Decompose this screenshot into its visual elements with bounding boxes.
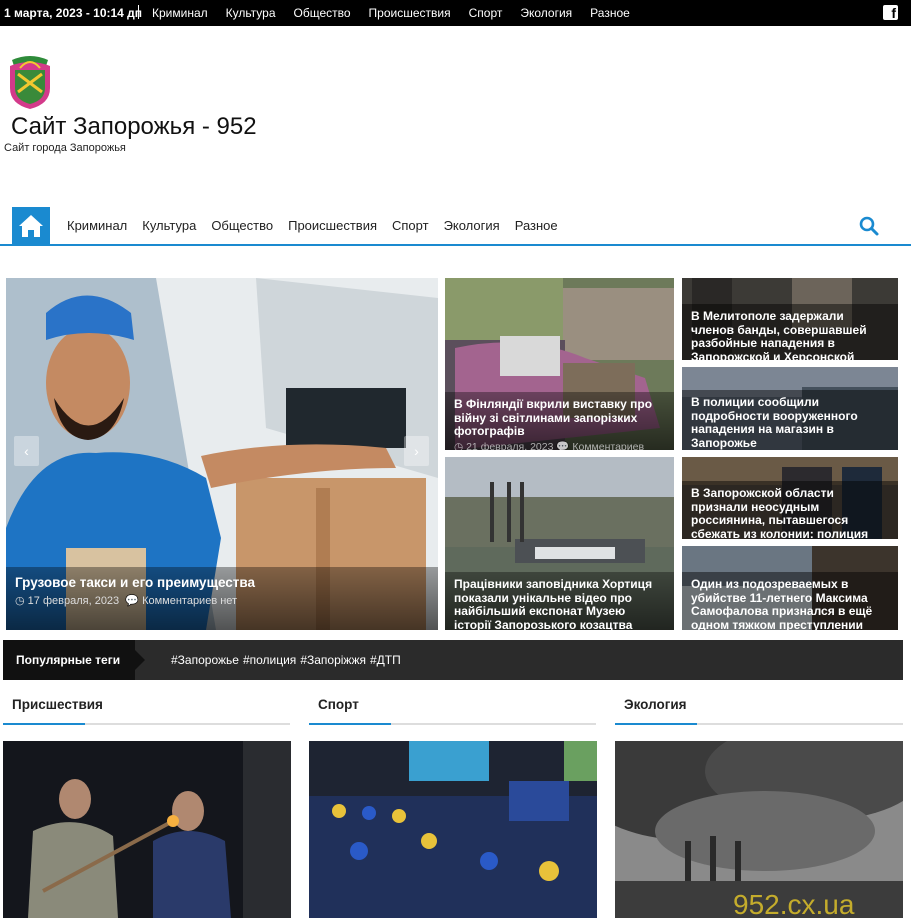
news-date: 21 февраля, 2023 bbox=[466, 440, 554, 451]
news-card[interactable]: В Фінляндії вкрили виставку про війну зі… bbox=[445, 278, 674, 450]
section-title-sport[interactable]: Спорт bbox=[318, 697, 359, 712]
comment-icon: 💬 bbox=[125, 595, 139, 607]
section-image-ecology[interactable]: 952.cx.ua bbox=[615, 741, 903, 918]
popular-tags-bar: Популярные теги #Запорожье #полиция #Зап… bbox=[3, 640, 903, 680]
section-underline bbox=[3, 723, 290, 725]
news-title[interactable]: В Фінляндії вкрили виставку про війну зі… bbox=[454, 397, 665, 439]
news-caption: В полиции сообщили подробности вооруженн… bbox=[682, 390, 898, 450]
watermark: 952.cx.ua bbox=[733, 889, 855, 918]
main-nav-item-kultura[interactable]: Культура bbox=[142, 218, 196, 233]
news-title[interactable]: Працівники заповідника Хортиця показали … bbox=[454, 577, 665, 630]
news-title[interactable]: Один из подозреваемых в убийстве 11-летн… bbox=[691, 577, 889, 630]
site-logo[interactable] bbox=[6, 52, 54, 110]
top-nav-item-obshchestvo[interactable]: Общество bbox=[294, 6, 351, 20]
section-underline bbox=[615, 723, 903, 725]
top-nav-item-kultura[interactable]: Культура bbox=[226, 6, 276, 20]
top-nav-item-raznoe[interactable]: Разное bbox=[590, 6, 630, 20]
top-nav-item-sport[interactable]: Спорт bbox=[469, 6, 503, 20]
news-caption: В Мелитополе задержали членов банды, сов… bbox=[682, 304, 898, 360]
search-icon bbox=[859, 216, 879, 236]
site-title[interactable]: Сайт Запорожья - 952 bbox=[11, 113, 257, 141]
clock-icon: ◷ bbox=[454, 440, 464, 451]
section-title-ecology[interactable]: Экология bbox=[624, 697, 687, 712]
news-caption: Працівники заповідника Хортиця показали … bbox=[445, 572, 674, 630]
top-bar: 1 марта, 2023 - 10:14 дп Криминал Культу… bbox=[0, 0, 911, 26]
news-title[interactable]: В Запорожской области признали неосудным… bbox=[691, 486, 889, 539]
news-caption: Один из подозреваемых в убийстве 11-летн… bbox=[682, 572, 898, 630]
clock-icon: ◷ bbox=[15, 595, 25, 607]
main-nav-item-obshchestvo[interactable]: Общество bbox=[211, 218, 273, 233]
search-button[interactable] bbox=[858, 215, 880, 237]
comment-icon: 💬 bbox=[556, 440, 570, 451]
top-nav: Криминал Культура Общество Происшествия … bbox=[152, 6, 648, 20]
top-nav-item-proisshestviya[interactable]: Происшествия bbox=[369, 6, 451, 20]
popular-tags-label: Популярные теги bbox=[3, 640, 145, 680]
news-card[interactable]: В Запорожской области признали неосудным… bbox=[682, 457, 898, 539]
home-button[interactable] bbox=[12, 207, 50, 245]
hero-slide[interactable]: ‹ › Грузовое такси и его преимущества ◷ … bbox=[6, 278, 438, 630]
tag-list: #Запорожье #полиция #Запоріжжя #ДТП bbox=[171, 653, 405, 667]
facebook-icon[interactable]: f bbox=[883, 5, 898, 21]
news-caption: В Фінляндії вкрили виставку про війну зі… bbox=[445, 392, 674, 450]
news-comments: Комментариев bbox=[572, 440, 645, 451]
current-date: 1 марта, 2023 - 10:14 дп bbox=[4, 6, 143, 20]
slider-next-button[interactable]: › bbox=[404, 436, 429, 466]
site-description: Сайт города Запорожья bbox=[4, 142, 126, 154]
hero-comments: Комментариев нет bbox=[142, 595, 238, 607]
section-image-incidents[interactable] bbox=[3, 741, 291, 918]
slider-prev-button[interactable]: ‹ bbox=[14, 436, 39, 466]
top-bar-divider bbox=[138, 5, 139, 19]
tag-link[interactable]: #Запорожье bbox=[171, 653, 239, 667]
tag-link[interactable]: #Запоріжжя bbox=[300, 653, 366, 667]
main-nav-item-ekologiya[interactable]: Экология bbox=[444, 218, 500, 233]
top-nav-item-kriminal[interactable]: Криминал bbox=[152, 6, 208, 20]
hero-meta: ◷ 17 февраля, 2023 💬 Комментариев нет bbox=[15, 594, 429, 607]
news-card[interactable]: Працівники заповідника Хортиця показали … bbox=[445, 457, 674, 630]
news-card[interactable]: В Мелитополе задержали членов банды, сов… bbox=[682, 278, 898, 360]
main-nav-item-raznoe[interactable]: Разное bbox=[515, 218, 558, 233]
news-card[interactable]: Один из подозреваемых в убийстве 11-летн… bbox=[682, 546, 898, 630]
main-nav-item-sport[interactable]: Спорт bbox=[392, 218, 429, 233]
tag-link[interactable]: #ДТП bbox=[370, 653, 401, 667]
main-nav: Криминал Культура Общество Происшествия … bbox=[0, 205, 911, 246]
news-title[interactable]: В Мелитополе задержали членов банды, сов… bbox=[691, 309, 889, 360]
hero-title[interactable]: Грузовое такси и его преимущества bbox=[15, 575, 429, 591]
news-meta: ◷ 21 февраля, 2023 💬 Комментариев bbox=[454, 440, 665, 451]
section-image-sport[interactable] bbox=[309, 741, 597, 918]
tag-link[interactable]: #полиция bbox=[243, 653, 296, 667]
hero-date: 17 февраля, 2023 bbox=[27, 595, 120, 607]
hero-caption: Грузовое такси и его преимущества ◷ 17 ф… bbox=[6, 567, 438, 630]
main-nav-item-proisshestviya[interactable]: Происшествия bbox=[288, 218, 377, 233]
news-caption: В Запорожской области признали неосудным… bbox=[682, 481, 898, 539]
main-nav-items: Криминал Культура Общество Происшествия … bbox=[67, 218, 573, 233]
home-icon bbox=[19, 215, 43, 237]
top-nav-item-ekologiya[interactable]: Экология bbox=[520, 6, 572, 20]
section-underline bbox=[309, 723, 596, 725]
news-title[interactable]: В полиции сообщили подробности вооруженн… bbox=[691, 395, 889, 450]
main-nav-item-kriminal[interactable]: Криминал bbox=[67, 218, 127, 233]
news-card[interactable]: В полиции сообщили подробности вооруженн… bbox=[682, 367, 898, 450]
section-title-incidents[interactable]: Присшествия bbox=[12, 697, 103, 712]
